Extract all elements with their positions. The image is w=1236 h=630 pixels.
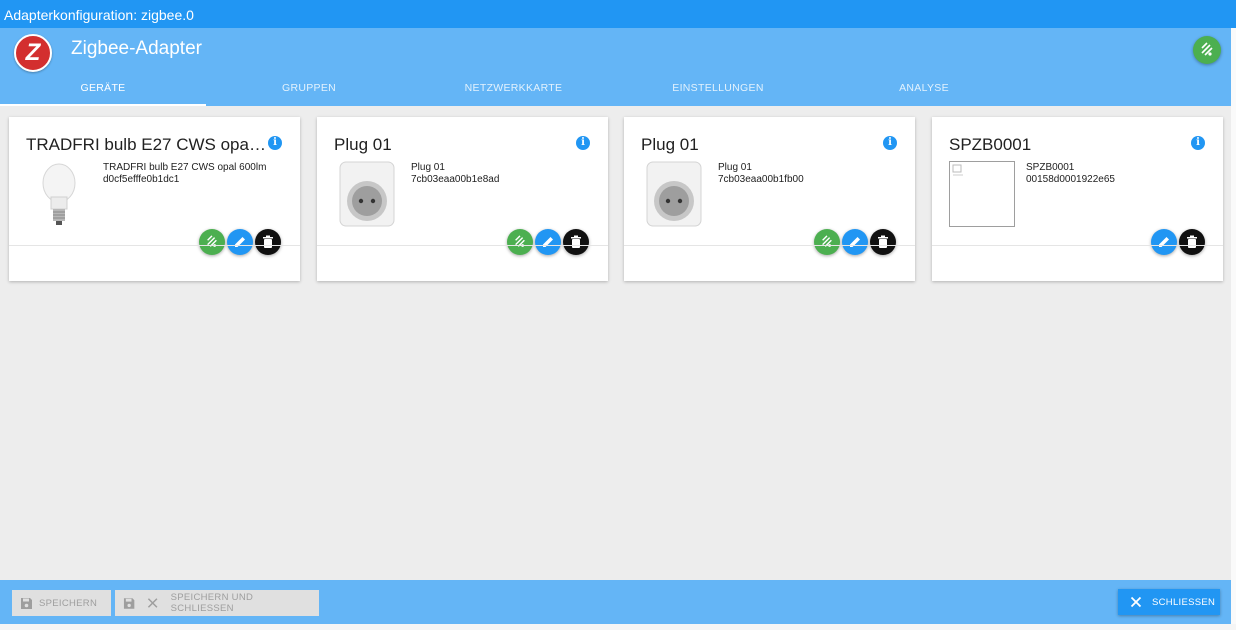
card-divider <box>932 245 1223 246</box>
device-id: d0cf5efffe0b1dc1 <box>103 174 180 185</box>
edit-button[interactable] <box>227 229 253 255</box>
plug-image <box>339 161 395 227</box>
floppy-disk-icon <box>21 597 32 609</box>
edit-button[interactable] <box>535 229 561 255</box>
card-divider <box>9 245 300 246</box>
pencil-icon <box>850 237 860 247</box>
window-titlebar: Adapterkonfiguration: zigbee.0 <box>0 0 1236 28</box>
pencil-icon <box>235 237 245 247</box>
window-edge <box>1231 28 1236 630</box>
save-label: SPEICHERN <box>39 597 98 609</box>
device-card: Plug 01 i Plug 01 7cb03eaa00b1e8ad <box>317 117 608 281</box>
delete-button[interactable] <box>255 229 281 255</box>
tab-groups[interactable]: GRUPPEN <box>206 72 412 106</box>
device-title: Plug 01 <box>641 135 699 154</box>
app-header: Z Zigbee-Adapter GERÄTE GRUPPEN NETZWERK… <box>0 28 1231 106</box>
device-image-placeholder <box>949 161 1015 227</box>
device-card: Plug 01 i Plug 01 7cb03eaa00b1fb00 <box>624 117 915 281</box>
delete-button[interactable] <box>563 229 589 255</box>
device-card: SPZB0001 i SPZB0001 00158d0001922e65 <box>932 117 1223 281</box>
floppy-disk-icon <box>123 597 135 609</box>
app-title: Zigbee-Adapter <box>71 38 202 59</box>
close-button[interactable]: SCHLIESSEN <box>1118 589 1220 615</box>
tab-indicator <box>0 104 206 106</box>
reconfigure-button[interactable] <box>814 229 840 255</box>
close-icon <box>148 598 158 608</box>
tab-network-map[interactable]: NETZWERKKARTE <box>412 72 615 106</box>
footer-bar: SPEICHERN SPEICHERN UND SCHLIESSEN SCHLI… <box>0 580 1231 624</box>
device-model: TRADFRI bulb E27 CWS opal 600lm <box>103 162 267 173</box>
device-model: SPZB0001 <box>1026 162 1075 173</box>
device-description: Plug 01 7cb03eaa00b1e8ad <box>411 162 499 186</box>
tab-devices[interactable]: GERÄTE <box>0 72 206 106</box>
pairing-icon <box>515 235 525 247</box>
device-card: TRADFRI bulb E27 CWS opal 600lm i TRADFR… <box>9 117 300 281</box>
pencil-icon <box>543 237 553 247</box>
window-title: Adapterkonfiguration: zigbee.0 <box>4 7 194 23</box>
trash-icon <box>1187 235 1197 248</box>
window-edge <box>0 624 1236 630</box>
device-title: TRADFRI bulb E27 CWS opal 600lm <box>26 135 266 154</box>
zigbee-logo-icon: Z <box>14 34 52 72</box>
save-and-close-button[interactable]: SPEICHERN UND SCHLIESSEN <box>115 590 319 616</box>
device-id: 00158d0001922e65 <box>1026 174 1115 185</box>
edit-button[interactable] <box>1151 229 1177 255</box>
device-description: SPZB0001 00158d0001922e65 <box>1026 162 1115 186</box>
device-title: SPZB0001 <box>949 135 1032 154</box>
tab-analysis[interactable]: ANALYSE <box>821 72 1027 106</box>
info-icon[interactable]: i <box>883 136 897 150</box>
tab-settings[interactable]: EINSTELLUNGEN <box>615 72 821 106</box>
pairing-icon <box>822 235 832 247</box>
card-divider <box>317 245 608 246</box>
pairing-button[interactable] <box>1193 36 1221 64</box>
save-button[interactable]: SPEICHERN <box>12 590 111 616</box>
trash-icon <box>263 235 273 248</box>
pairing-icon <box>207 235 217 247</box>
info-icon[interactable]: i <box>268 136 282 150</box>
trash-icon <box>571 235 581 248</box>
reconfigure-button[interactable] <box>199 229 225 255</box>
reconfigure-button[interactable] <box>507 229 533 255</box>
device-model: Plug 01 <box>718 162 752 173</box>
pencil-icon <box>1159 237 1169 247</box>
close-icon <box>1130 596 1142 608</box>
device-model: Plug 01 <box>411 162 445 173</box>
edit-button[interactable] <box>842 229 868 255</box>
tab-bar: GERÄTE GRUPPEN NETZWERKKARTE EINSTELLUNG… <box>0 72 1231 106</box>
device-id: 7cb03eaa00b1e8ad <box>411 174 500 185</box>
device-description: TRADFRI bulb E27 CWS opal 600lm d0cf5eff… <box>103 162 266 186</box>
trash-icon <box>878 235 888 248</box>
pairing-icon <box>1201 42 1213 56</box>
info-icon[interactable]: i <box>1191 136 1205 150</box>
delete-button[interactable] <box>1179 229 1205 255</box>
delete-button[interactable] <box>870 229 896 255</box>
bulb-image <box>31 161 87 227</box>
info-icon[interactable]: i <box>576 136 590 150</box>
device-title: Plug 01 <box>334 135 392 154</box>
close-label: SCHLIESSEN <box>1152 596 1216 608</box>
plug-image <box>646 161 702 227</box>
device-description: Plug 01 7cb03eaa00b1fb00 <box>718 162 804 186</box>
device-id: 7cb03eaa00b1fb00 <box>718 174 804 185</box>
card-divider <box>624 245 915 246</box>
save-and-close-label: SPEICHERN UND SCHLIESSEN <box>170 592 254 614</box>
